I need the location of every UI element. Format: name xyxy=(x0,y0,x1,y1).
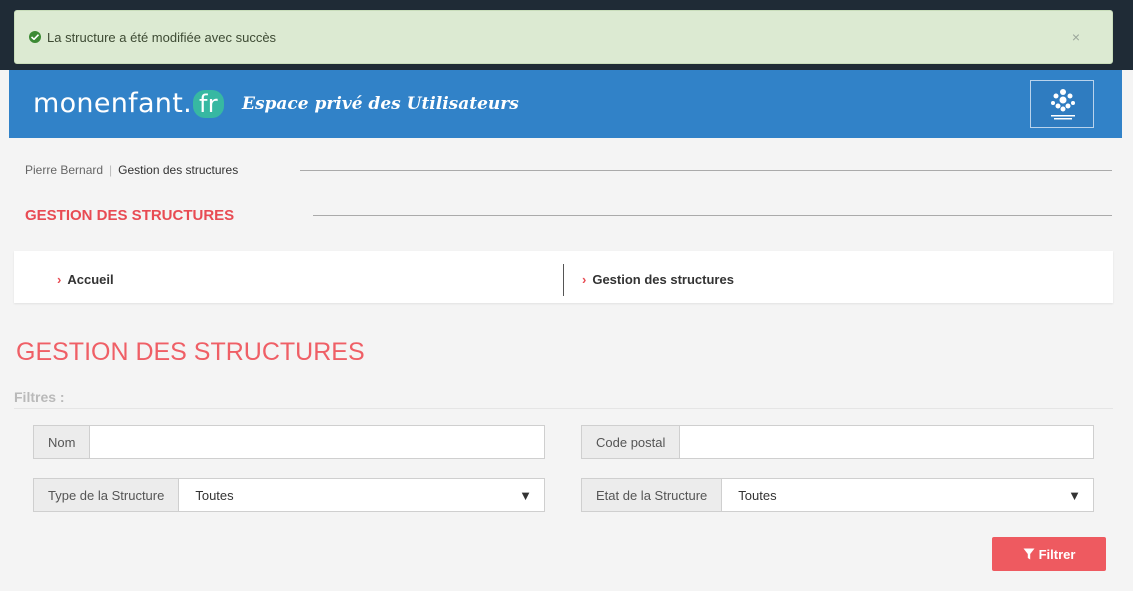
chevron-right-icon: › xyxy=(57,272,62,287)
etat-structure-value: Toutes xyxy=(738,487,777,503)
section-title: GESTION DES STRUCTURES xyxy=(25,207,235,224)
filters-rule xyxy=(14,408,1113,409)
logo-text: monenfant. xyxy=(33,88,192,119)
header-tagline: Espace privé des Utilisateurs xyxy=(242,94,519,114)
type-structure-field-group: Type de la Structure Toutes ▼ xyxy=(33,478,545,512)
type-structure-select[interactable]: Toutes ▼ xyxy=(179,479,544,511)
page-title: GESTION DES STRUCTURES xyxy=(16,338,365,366)
type-structure-value: Toutes xyxy=(195,487,234,503)
filter-button-label: Filtrer xyxy=(1038,546,1076,562)
chevron-right-icon: › xyxy=(582,272,587,287)
app-header: monenfant. fr Espace privé des Utilisateu… xyxy=(9,70,1122,138)
nav-divider xyxy=(563,264,564,296)
logo[interactable]: monenfant. fr xyxy=(33,88,224,119)
breadcrumb-rule xyxy=(300,170,1112,171)
nom-label: Nom xyxy=(34,426,91,458)
code-postal-label: Code postal xyxy=(582,426,681,458)
caret-down-icon: ▼ xyxy=(519,487,532,503)
quick-nav: › Accueil › Gestion des structures xyxy=(14,251,1113,303)
code-postal-field-group: Code postal xyxy=(581,425,1094,459)
filter-icon xyxy=(1023,548,1035,560)
logo-suffix: fr xyxy=(193,90,224,118)
nav-item-label: Accueil xyxy=(67,272,114,287)
section-rule xyxy=(313,215,1112,216)
filter-button[interactable]: Filtrer xyxy=(992,537,1106,571)
close-icon[interactable]: × xyxy=(1072,29,1080,45)
nom-field-group: Nom xyxy=(33,425,545,459)
filters-label: Filtres : xyxy=(14,389,65,405)
type-structure-label: Type de la Structure xyxy=(34,479,180,511)
alert-message: La structure a été modifiée avec succès xyxy=(47,30,277,45)
breadcrumb: Pierre Bernard | Gestion des structures xyxy=(25,163,238,177)
success-alert: La structure a été modifiée avec succès … xyxy=(14,10,1113,64)
caret-down-icon: ▼ xyxy=(1068,487,1081,503)
breadcrumb-current: Gestion des structures xyxy=(118,163,239,177)
etat-structure-select[interactable]: Toutes ▼ xyxy=(722,479,1093,511)
breadcrumb-user[interactable]: Pierre Bernard xyxy=(25,163,103,177)
check-circle-icon xyxy=(29,31,41,43)
nav-item-accueil[interactable]: › Accueil xyxy=(57,272,114,287)
caf-emblem-icon xyxy=(1030,80,1094,128)
nom-input[interactable] xyxy=(90,426,544,458)
nav-item-gestion[interactable]: › Gestion des structures xyxy=(582,272,734,287)
etat-structure-label: Etat de la Structure xyxy=(582,479,723,511)
etat-structure-field-group: Etat de la Structure Toutes ▼ xyxy=(581,478,1094,512)
breadcrumb-separator: | xyxy=(109,163,113,177)
code-postal-input[interactable] xyxy=(680,426,1093,458)
nav-item-label: Gestion des structures xyxy=(592,272,734,287)
